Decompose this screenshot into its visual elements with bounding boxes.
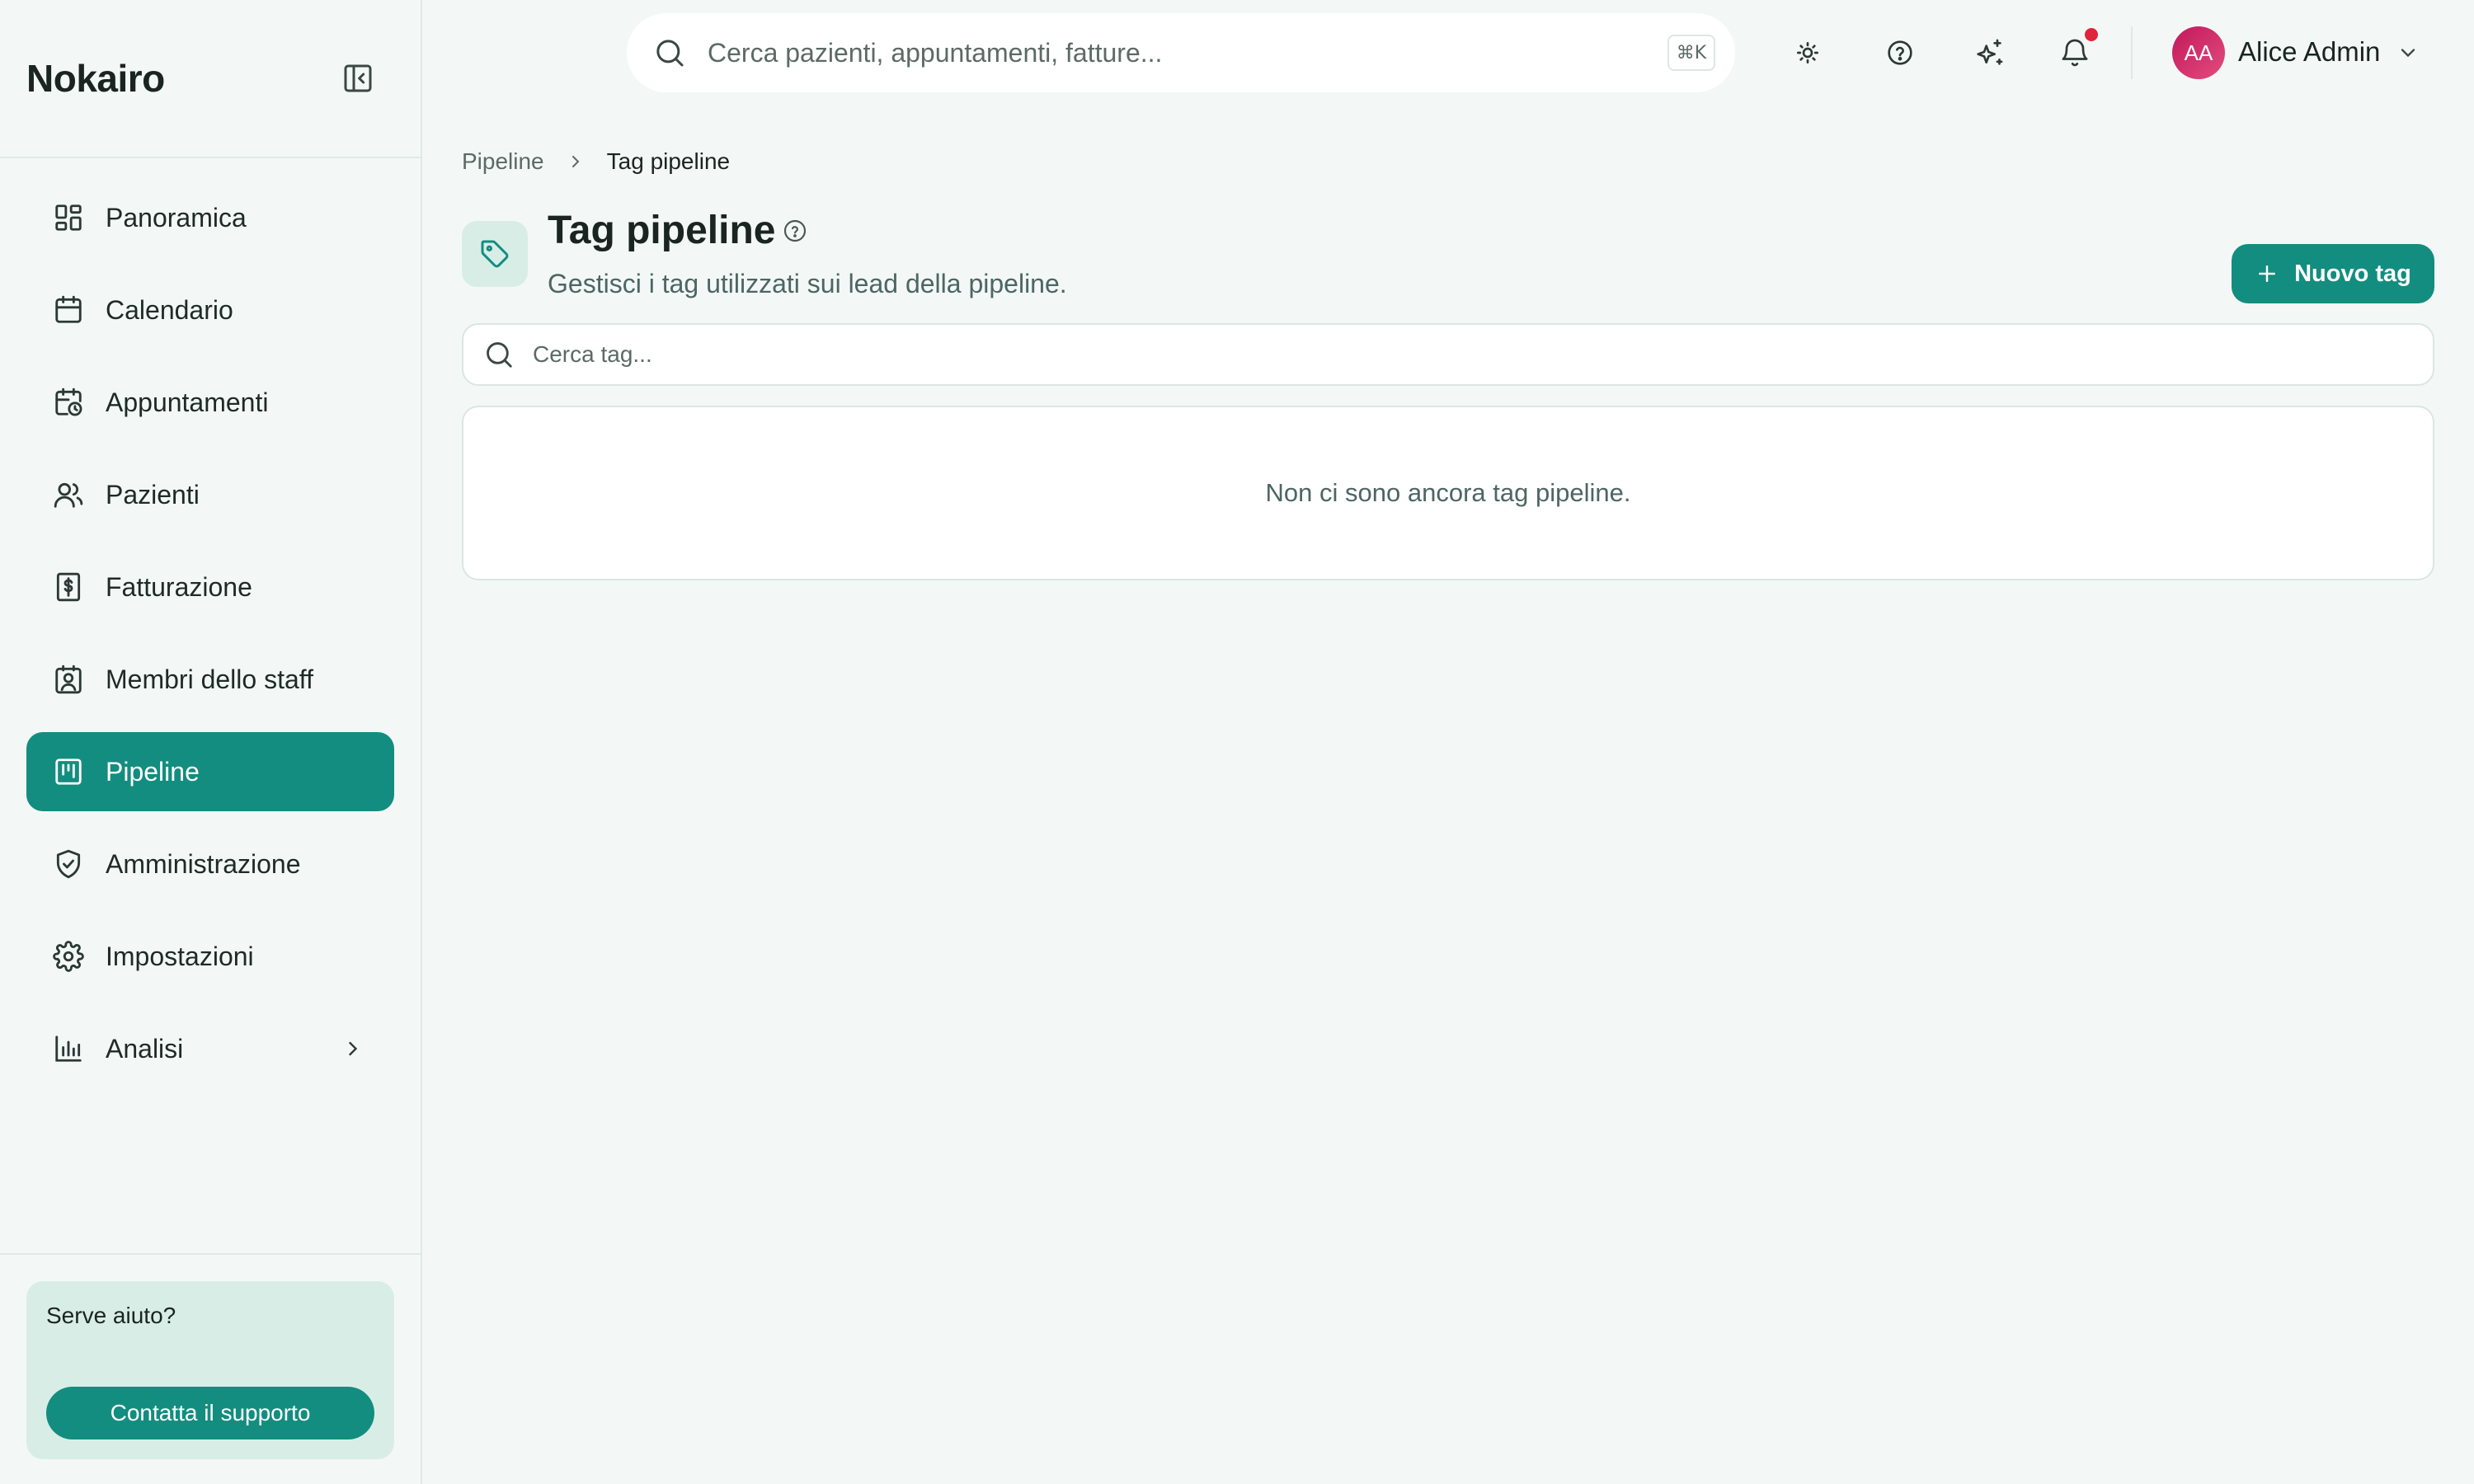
gear-icon bbox=[53, 941, 84, 972]
contact-support-button[interactable]: Contatta il supporto bbox=[46, 1387, 374, 1439]
help-section: Serve aiuto? Contatta il supporto bbox=[0, 1253, 421, 1484]
help-circle-icon[interactable] bbox=[1884, 36, 1917, 69]
shield-check-icon bbox=[53, 848, 84, 880]
sidebar-item-calendario[interactable]: Calendario bbox=[26, 270, 394, 350]
chevron-right-icon bbox=[566, 152, 586, 171]
search-icon bbox=[653, 36, 686, 69]
sidebar-item-label: Calendario bbox=[106, 294, 233, 325]
sidebar-item-pipeline[interactable]: Pipeline bbox=[26, 732, 394, 811]
calendar-icon bbox=[53, 294, 84, 326]
search-icon bbox=[483, 339, 533, 370]
sidebar-item-label: Amministrazione bbox=[106, 848, 301, 879]
sidebar-item-label: Appuntamenti bbox=[106, 387, 269, 417]
help-circle-icon[interactable] bbox=[782, 218, 808, 244]
page-title: Tag pipeline bbox=[548, 209, 776, 252]
kanban-board-icon bbox=[53, 756, 84, 787]
empty-state-message: Non ci sono ancora tag pipeline. bbox=[1265, 478, 1631, 507]
new-tag-button[interactable]: Nuovo tag bbox=[2232, 244, 2434, 303]
users-icon bbox=[53, 479, 84, 510]
sidebar-header: Nokairo bbox=[0, 0, 421, 158]
sidebar-item-amministrazione[interactable]: Amministrazione bbox=[26, 824, 394, 904]
sidebar-item-appuntamenti[interactable]: Appuntamenti bbox=[26, 363, 394, 442]
brand-logo[interactable]: Nokairo bbox=[26, 56, 165, 101]
tag-search-field[interactable] bbox=[462, 323, 2434, 386]
sidebar-item-analisi[interactable]: Analisi bbox=[26, 1009, 394, 1088]
avatar[interactable]: AA bbox=[2172, 26, 2225, 79]
sun-icon[interactable] bbox=[1791, 36, 1824, 69]
dashboard-grid-icon bbox=[53, 202, 84, 233]
sidebar-nav: Panoramica Calendario Appuntamenti Pazie… bbox=[0, 158, 421, 1088]
global-search-input[interactable]: Cerca pazienti, appuntamenti, fatture...… bbox=[627, 13, 1735, 92]
sparkles-icon[interactable] bbox=[1973, 36, 2006, 69]
collapse-sidebar-icon[interactable] bbox=[341, 62, 374, 95]
tag-icon bbox=[462, 221, 528, 287]
receipt-dollar-icon bbox=[53, 571, 84, 603]
bar-chart-icon bbox=[53, 1033, 84, 1064]
keyboard-shortcut-badge: ⌘K bbox=[1667, 35, 1715, 71]
empty-state-card: Non ci sono ancora tag pipeline. bbox=[462, 406, 2434, 580]
chevron-right-icon[interactable] bbox=[341, 1037, 365, 1060]
help-card: Serve aiuto? Contatta il supporto bbox=[26, 1281, 394, 1459]
breadcrumb-parent-link[interactable]: Pipeline bbox=[462, 148, 544, 175]
sidebar-item-panoramica[interactable]: Panoramica bbox=[26, 178, 394, 257]
help-title: Serve aiuto? bbox=[46, 1303, 176, 1328]
topbar-divider bbox=[2131, 26, 2133, 79]
sidebar-item-label: Membri dello staff bbox=[106, 664, 313, 694]
contact-badge-icon bbox=[53, 664, 84, 695]
notification-dot bbox=[2085, 28, 2098, 41]
new-tag-label: Nuovo tag bbox=[2294, 260, 2411, 287]
chevron-down-icon[interactable] bbox=[2396, 41, 2420, 64]
sidebar-item-fatturazione[interactable]: Fatturazione bbox=[26, 547, 394, 627]
sidebar-item-label: Analisi bbox=[106, 1033, 184, 1064]
breadcrumb-current: Tag pipeline bbox=[606, 148, 731, 174]
sidebar: Nokairo Panoramica Calendario Appuntamen… bbox=[0, 0, 422, 1484]
user-name[interactable]: Alice Admin bbox=[2238, 36, 2380, 68]
sidebar-item-label: Impostazioni bbox=[106, 941, 254, 971]
sidebar-item-label: Pipeline bbox=[106, 756, 200, 787]
sidebar-item-label: Pazienti bbox=[106, 479, 200, 510]
bell-icon[interactable] bbox=[2058, 36, 2091, 69]
page-subtitle: Gestisci i tag utilizzati sui lead della… bbox=[548, 269, 1067, 298]
sidebar-item-impostazioni[interactable]: Impostazioni bbox=[26, 917, 394, 996]
sidebar-item-pazienti[interactable]: Pazienti bbox=[26, 455, 394, 534]
plus-icon bbox=[2255, 261, 2294, 286]
breadcrumb: Pipeline Tag pipeline bbox=[462, 148, 730, 175]
sidebar-item-label: Fatturazione bbox=[106, 571, 252, 602]
calendar-clock-icon bbox=[53, 387, 84, 418]
tag-search-input[interactable] bbox=[533, 341, 2347, 368]
global-search-placeholder: Cerca pazienti, appuntamenti, fatture... bbox=[708, 37, 1163, 68]
sidebar-item-label: Panoramica bbox=[106, 202, 247, 232]
sidebar-item-membri-dello-staff[interactable]: Membri dello staff bbox=[26, 640, 394, 719]
